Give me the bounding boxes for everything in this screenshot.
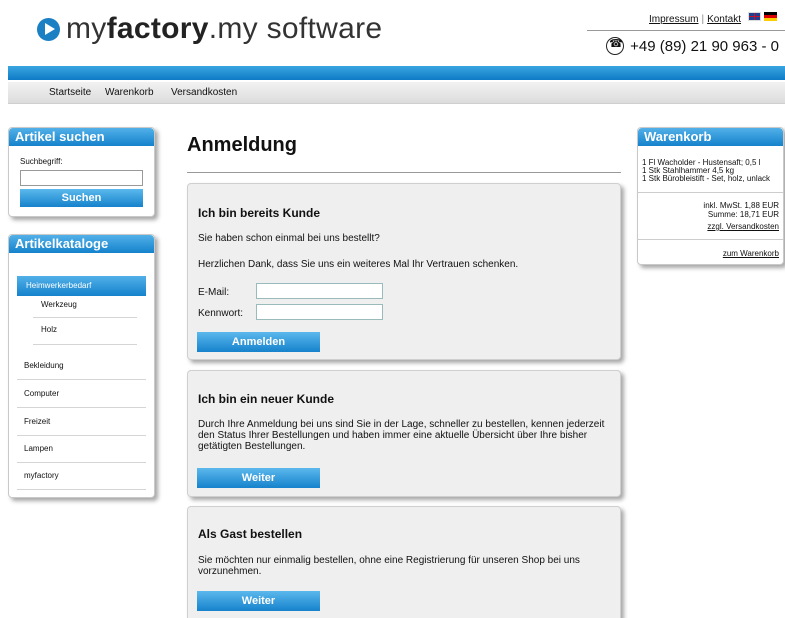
existing-customer-text1: Sie haben schon einmal bei uns bestellt? (198, 233, 380, 244)
catalog-box-title: Artikelkataloge (9, 235, 154, 253)
password-label: Kennwort: (198, 308, 244, 319)
catalog-item-heimwerkerbedarf[interactable]: Heimwerkerbedarf (17, 276, 146, 296)
top-links: Impressum | Kontakt (649, 14, 741, 25)
new-customer-continue-button[interactable]: Weiter (197, 468, 320, 488)
de-flag-icon[interactable] (764, 12, 777, 21)
catalog-item-myfactory[interactable]: myfactory (17, 470, 146, 490)
new-customer-panel: Ich bin ein neuer Kunde Durch Ihre Anmel… (187, 370, 621, 497)
catalog-subitem-werkzeug[interactable]: Werkzeug (33, 298, 137, 318)
existing-customer-heading: Ich bin bereits Kunde (198, 206, 321, 220)
logo[interactable]: myfactory.my software (37, 8, 382, 50)
cart-divider (638, 239, 783, 240)
page-title: Anmeldung (187, 134, 297, 156)
existing-customer-panel: Ich bin bereits Kunde Sie haben schon ei… (187, 183, 621, 360)
catalog-item-computer[interactable]: Computer (17, 388, 146, 408)
new-customer-heading: Ich bin ein neuer Kunde (198, 392, 335, 406)
title-divider (187, 172, 621, 173)
cart-divider (638, 192, 783, 193)
phone-divider (587, 30, 785, 31)
guest-text: Sie möchten nur einmalig bestellen, ohne… (198, 555, 580, 577)
nav-warenkorb[interactable]: Warenkorb (105, 87, 154, 98)
catalog-item-lampen[interactable]: Lampen (17, 443, 146, 463)
cart-item: 1 Stk Bürobleistift - Set, holz, unlack (642, 174, 771, 183)
email-field[interactable] (256, 283, 383, 299)
search-label: Suchbegriff: (20, 157, 63, 166)
guest-panel: Als Gast bestellen Sie möchten nur einma… (187, 506, 621, 618)
catalog-item-freizeit[interactable]: Freizeit (17, 416, 146, 436)
login-button[interactable]: Anmelden (197, 332, 320, 352)
password-field[interactable] (256, 304, 383, 320)
catalog-subitem-holz[interactable]: Holz (33, 325, 137, 345)
cart-sum: Summe: 18,71 EUR (707, 210, 779, 219)
impressum-link[interactable]: Impressum (649, 14, 698, 25)
search-box-title: Artikel suchen (9, 128, 154, 146)
phone-number: +49 (89) 21 90 963 - 0 (606, 37, 779, 55)
email-label: E-Mail: (198, 287, 230, 298)
new-customer-text: Durch Ihre Anmeldung bei uns sind Sie in… (198, 419, 605, 452)
cart-box-title: Warenkorb (638, 128, 783, 146)
phone-text: +49 (89) 21 90 963 - 0 (630, 37, 779, 55)
existing-customer-text2: Herzlichen Dank, dass Sie uns ein weiter… (198, 259, 519, 270)
cart-box: Warenkorb 1 Fl Wacholder - Hustensaft; 0… (637, 127, 784, 265)
logo-text: myfactory.my software (66, 12, 383, 45)
language-flags (748, 12, 777, 21)
guest-continue-button[interactable]: Weiter (197, 591, 320, 611)
search-input[interactable] (20, 170, 143, 186)
search-button[interactable]: Suchen (20, 189, 143, 207)
guest-heading: Als Gast bestellen (198, 527, 303, 541)
play-logo-icon (37, 17, 60, 41)
header-blue-bar (8, 66, 785, 80)
cart-shipping-link[interactable]: zzgl. Versandkosten (707, 222, 779, 231)
top-nav: Startseite Warenkorb Versandkosten (8, 82, 785, 104)
uk-flag-icon[interactable] (748, 12, 761, 21)
cart-view-link[interactable]: zum Warenkorb (723, 249, 779, 258)
phone-icon (606, 37, 625, 55)
kontakt-link[interactable]: Kontakt (707, 14, 741, 25)
cart-tax: inkl. MwSt. 1,88 EUR (703, 201, 779, 210)
catalog-item-bekleidung[interactable]: Bekleidung (17, 360, 146, 380)
nav-versandkosten[interactable]: Versandkosten (171, 87, 237, 98)
nav-startseite[interactable]: Startseite (49, 87, 91, 98)
